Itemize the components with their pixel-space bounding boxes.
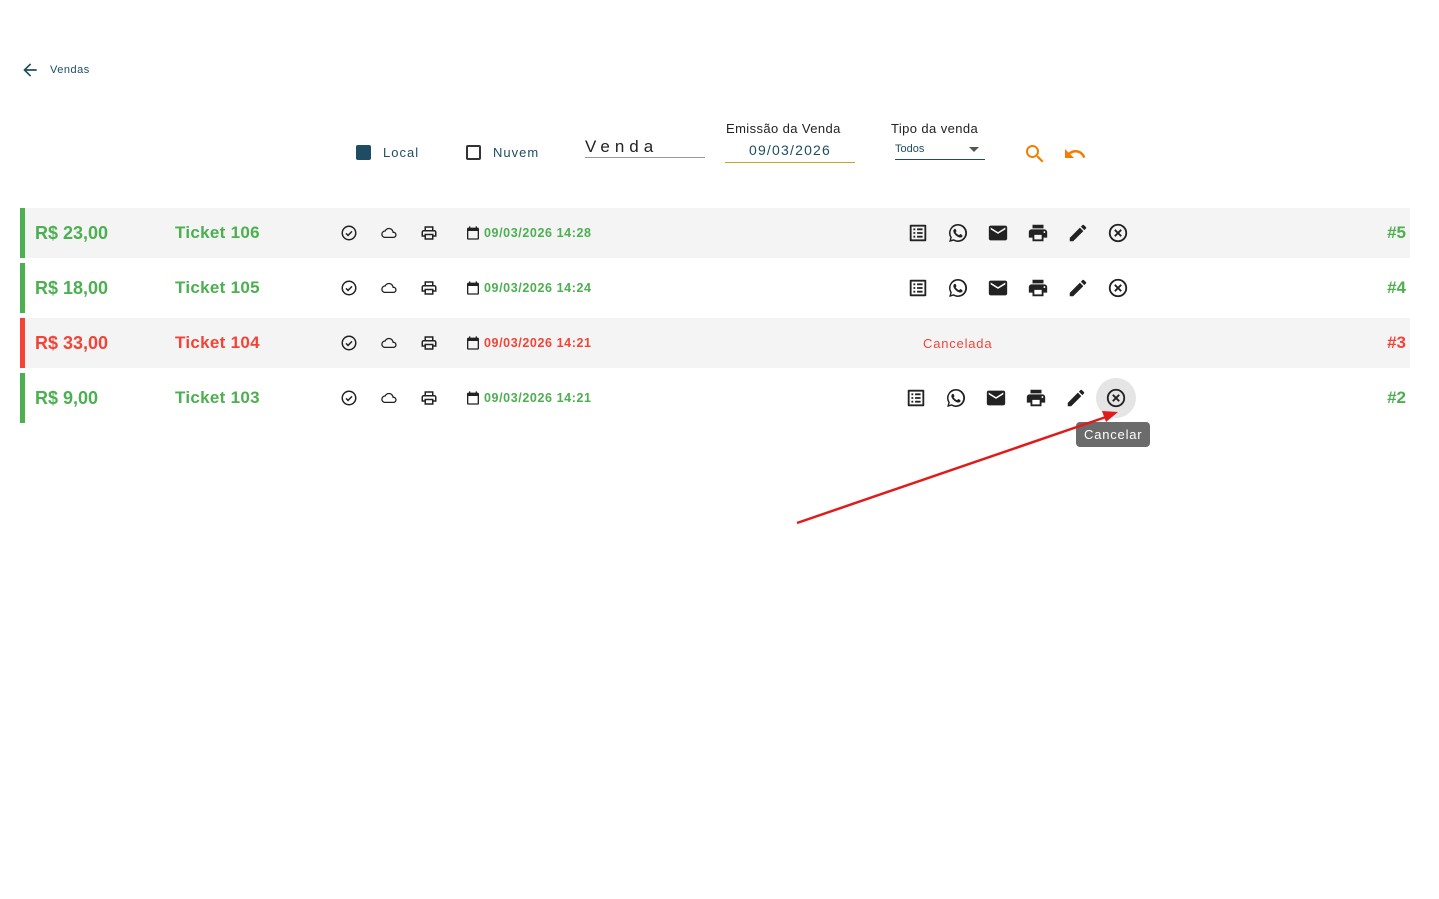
sale-ticket: Ticket 104 [175, 333, 260, 352]
details-button[interactable] [905, 373, 927, 423]
cloud-icon [380, 208, 398, 258]
cloud-icon [380, 263, 398, 313]
sale-amount: R$ 23,00 [35, 222, 109, 243]
sale-amount: R$ 33,00 [35, 332, 109, 353]
printer-icon [1028, 279, 1048, 297]
sale-number: #4 [1387, 278, 1406, 297]
mail-icon [986, 390, 1006, 406]
sale-ticket: Ticket 106 [175, 223, 260, 242]
tipo-venda-select[interactable]: Todos [895, 141, 985, 160]
edit-button[interactable] [1067, 208, 1089, 258]
calendar-icon [467, 226, 479, 240]
whatsapp-icon [949, 224, 968, 242]
sale-date: 09/03/2026 14:21 [465, 373, 592, 423]
details-button[interactable] [907, 263, 929, 313]
whatsapp-icon [949, 279, 968, 297]
sale-date: 09/03/2026 14:28 [465, 208, 592, 258]
cancel-sale-button[interactable] [1107, 263, 1129, 313]
print-button[interactable] [1027, 263, 1049, 313]
printer-icon [1028, 224, 1048, 242]
mail-icon [988, 225, 1008, 241]
calendar-icon [467, 336, 479, 350]
cancel-sale-button[interactable] [1107, 208, 1129, 258]
undo-icon [1065, 149, 1086, 158]
sale-datetime: 09/03/2026 14:28 [484, 226, 592, 240]
cloud-icon [380, 318, 398, 368]
check-circle-icon [340, 318, 358, 368]
print-button[interactable] [1025, 373, 1047, 423]
pencil-icon [1069, 279, 1087, 297]
cancel-circle-icon [1108, 223, 1128, 243]
cancel-circle-icon [1106, 388, 1126, 408]
printer-outline-icon [420, 208, 438, 258]
nuvem-checkbox-box[interactable] [466, 145, 481, 160]
cancel-tooltip: Cancelar [1076, 422, 1151, 447]
print-button[interactable] [1027, 208, 1049, 258]
list-icon [909, 279, 927, 297]
pencil-icon [1067, 389, 1085, 407]
list-icon [909, 224, 927, 242]
nuvem-checkbox[interactable]: Nuvem [466, 145, 539, 160]
reset-filters-button[interactable] [1063, 142, 1087, 166]
edit-button[interactable] [1065, 373, 1087, 423]
dropdown-caret-icon [969, 147, 979, 152]
sale-row[interactable]: R$ 33,00 Ticket 104 09/03/2026 14:21 Can… [20, 318, 1410, 368]
cancel-sale-button[interactable] [1105, 373, 1127, 423]
emissao-label: Emissão da Venda [726, 121, 841, 136]
sale-row[interactable]: R$ 18,00 Ticket 105 09/03/2026 14:24 #4 [20, 263, 1410, 313]
sale-amount: R$ 18,00 [35, 277, 109, 298]
sale-datetime: 09/03/2026 14:24 [484, 281, 592, 295]
sale-amount: R$ 9,00 [35, 387, 99, 408]
calendar-icon [467, 391, 479, 405]
check-circle-icon [340, 208, 358, 258]
printer-icon [1026, 389, 1046, 407]
sale-ticket: Ticket 103 [175, 388, 260, 407]
whatsapp-button[interactable] [947, 208, 969, 258]
check-circle-icon [340, 263, 358, 313]
whatsapp-button[interactable] [945, 373, 967, 423]
cloud-icon [380, 373, 398, 423]
local-checkbox-label: Local [383, 145, 420, 160]
whatsapp-icon [947, 389, 966, 407]
sale-number: #2 [1387, 388, 1406, 407]
sale-date: 09/03/2026 14:21 [465, 318, 592, 368]
nuvem-checkbox-label: Nuvem [493, 145, 540, 160]
calendar-icon [467, 281, 479, 295]
sale-ticket: Ticket 105 [175, 278, 260, 297]
check-circle-icon [340, 373, 358, 423]
sale-row[interactable]: R$ 9,00 Ticket 103 09/03/2026 14:21 #2 [20, 373, 1410, 423]
mail-icon [988, 280, 1008, 296]
printer-outline-icon [420, 318, 438, 368]
details-button[interactable] [907, 208, 929, 258]
tipo-venda-value: Todos [895, 143, 925, 155]
printer-outline-icon [420, 263, 438, 313]
sale-datetime: 09/03/2026 14:21 [484, 336, 592, 350]
email-button[interactable] [985, 373, 1007, 423]
cancel-circle-icon [1108, 278, 1128, 298]
sale-date: 09/03/2026 14:24 [465, 263, 592, 313]
venda-search-input[interactable] [585, 137, 705, 158]
local-checkbox-box[interactable] [356, 145, 371, 160]
tipo-venda-label: Tipo da venda [891, 121, 979, 136]
pencil-icon [1069, 224, 1087, 242]
sale-row[interactable]: R$ 23,00 Ticket 106 09/03/2026 14:28 #5 [20, 208, 1410, 258]
email-button[interactable] [987, 208, 1009, 258]
cancelled-status: Cancelada [923, 335, 993, 351]
local-checkbox[interactable]: Local [356, 145, 419, 160]
sale-number: #5 [1387, 223, 1406, 242]
email-button[interactable] [987, 263, 1009, 313]
sale-number: #3 [1387, 333, 1406, 352]
printer-outline-icon [420, 373, 438, 423]
sale-datetime: 09/03/2026 14:21 [484, 391, 592, 405]
filter-bar: Local Nuvem Emissão da Venda 09/03/2026 … [0, 0, 1439, 200]
edit-button[interactable] [1067, 263, 1089, 313]
list-icon [907, 389, 925, 407]
whatsapp-button[interactable] [947, 263, 969, 313]
search-icon [1026, 145, 1044, 163]
search-button[interactable] [1023, 142, 1047, 166]
emissao-date-field[interactable]: 09/03/2026 [725, 140, 855, 163]
